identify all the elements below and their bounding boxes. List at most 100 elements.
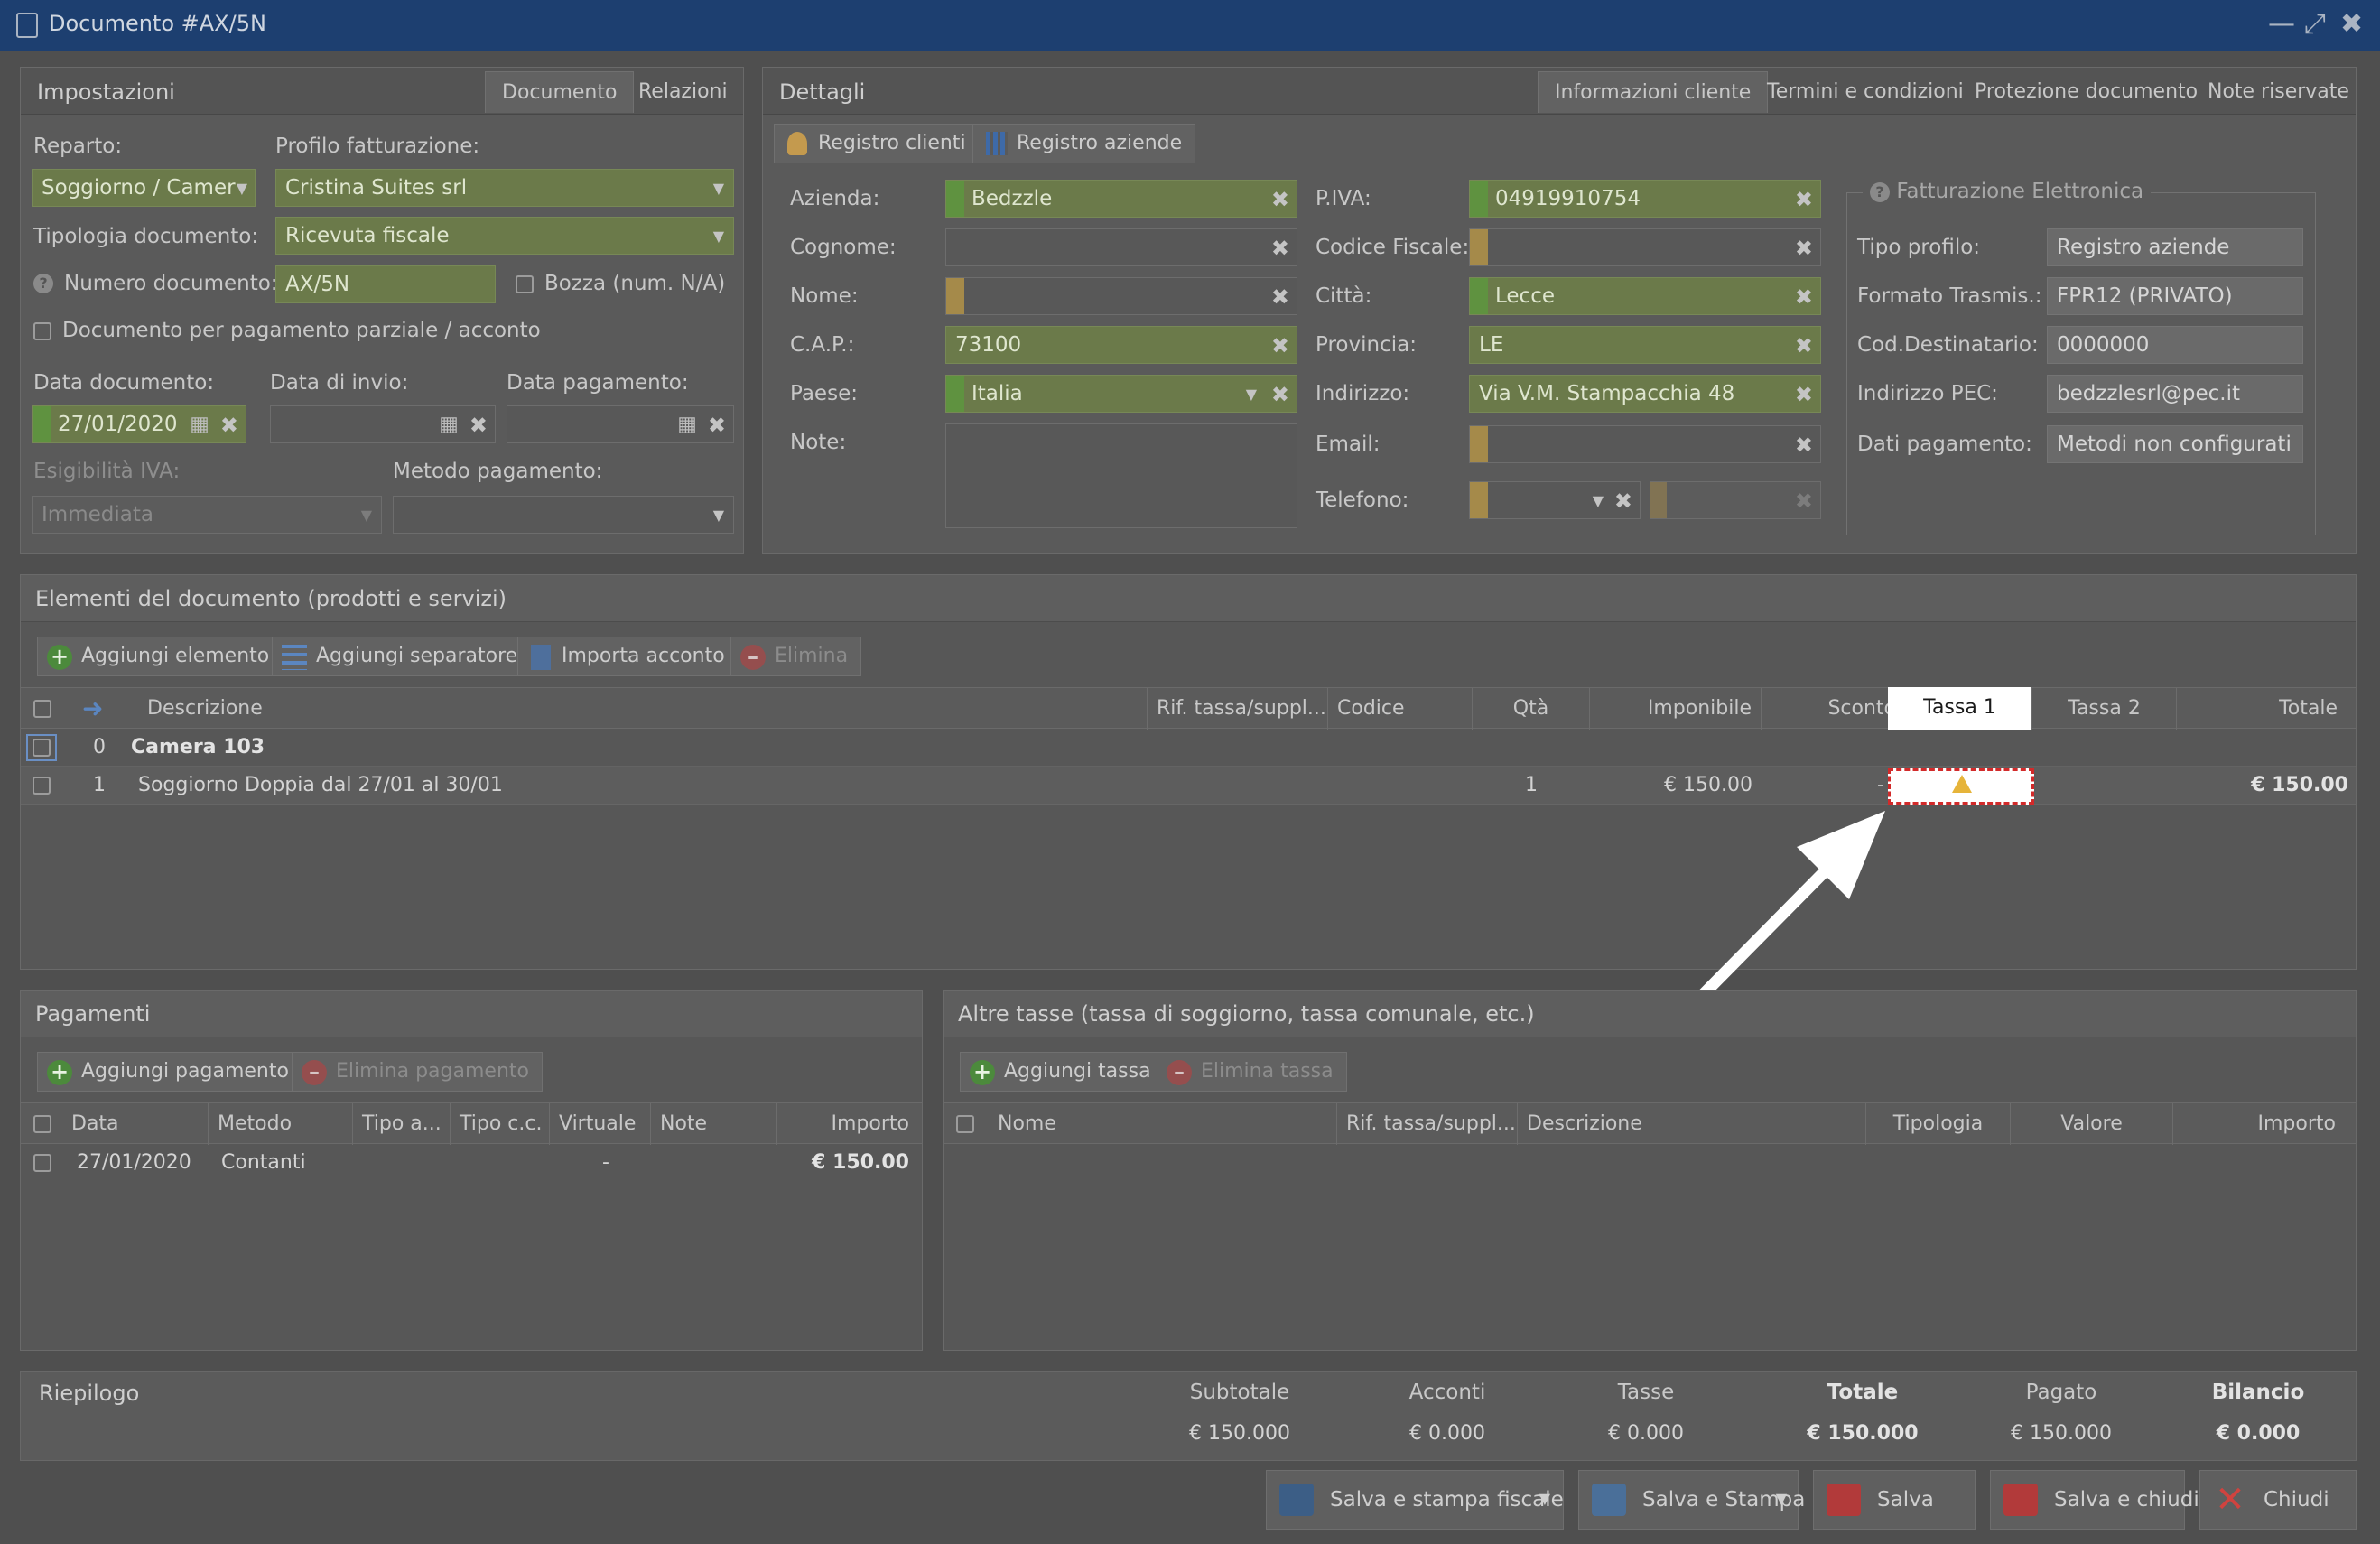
tab-protezione[interactable]: Protezione documento <box>1958 71 2214 113</box>
col-imponibile[interactable]: Imponibile <box>1590 688 1762 730</box>
col-tipologia[interactable]: Tipologia <box>1866 1103 2011 1145</box>
arrow-right-icon[interactable]: ➜ <box>82 693 103 723</box>
data-doc-input[interactable]: 27/01/2020 ▦ ✖ <box>32 405 246 443</box>
close-button[interactable]: ✕ Chiudi <box>2199 1470 2357 1530</box>
col-tipo-cc[interactable]: Tipo c.c. <box>451 1103 550 1145</box>
metodo-select[interactable]: ▼ <box>393 496 734 534</box>
col-data[interactable]: Data <box>62 1103 209 1145</box>
citta-input[interactable]: Lecce ✖ <box>1469 277 1821 315</box>
save-close-button[interactable]: Salva e chiudi <box>1990 1470 2199 1530</box>
col-importo[interactable]: Importo <box>2173 1103 2356 1145</box>
clear-icon[interactable]: ✖ <box>1795 482 1813 518</box>
parziale-checkbox[interactable] <box>33 322 51 340</box>
chevron-down-icon[interactable]: ▼ <box>1776 1480 1787 1518</box>
col-note[interactable]: Note <box>651 1103 777 1145</box>
calendar-icon[interactable]: ▦ <box>439 406 459 442</box>
col-sconto[interactable]: Sconto <box>1762 688 1906 730</box>
tab-note-riservate[interactable]: Note riservate <box>2191 71 2366 113</box>
clear-icon[interactable]: ✖ <box>1795 327 1813 363</box>
clear-icon[interactable]: ✖ <box>708 406 726 442</box>
chevron-down-icon[interactable]: ▼ <box>1539 1480 1550 1518</box>
col-totale[interactable]: Totale <box>2177 688 2356 730</box>
col-metodo[interactable]: Metodo <box>209 1103 353 1145</box>
calendar-icon[interactable]: ▦ <box>190 406 209 442</box>
cap-input[interactable]: 73100 ✖ <box>945 326 1297 364</box>
clear-icon[interactable]: ✖ <box>1795 181 1813 217</box>
col-nome[interactable]: Nome <box>989 1103 1337 1145</box>
col-descrizione[interactable]: Descrizione <box>1518 1103 1866 1145</box>
clear-icon[interactable]: ✖ <box>1271 278 1289 314</box>
registro-aziende-button[interactable]: Registro aziende <box>972 124 1196 163</box>
col-tassa-2[interactable]: Tassa 2 <box>2032 688 2177 730</box>
tab-documento[interactable]: Documento <box>485 71 635 113</box>
profilo-select[interactable]: Cristina Suites srl ▼ <box>275 169 734 207</box>
data-invio-input[interactable]: ▦ ✖ <box>270 405 496 443</box>
calendar-icon[interactable]: ▦ <box>677 406 697 442</box>
col-rif-tassa[interactable]: Rif. tassa/suppl... <box>1337 1103 1518 1145</box>
telefono-input[interactable]: ✖ <box>1650 481 1821 519</box>
help-icon[interactable]: ? <box>33 274 53 293</box>
nome-input[interactable]: ✖ <box>945 277 1297 315</box>
indirizzo-input[interactable]: Via V.M. Stampacchia 48 ✖ <box>1469 375 1821 413</box>
clear-icon[interactable]: ✖ <box>1271 376 1289 412</box>
tab-relazioni[interactable]: Relazioni <box>622 71 744 113</box>
tab-informazioni-cliente[interactable]: Informazioni cliente <box>1538 71 1769 113</box>
email-input[interactable]: ✖ <box>1469 425 1821 463</box>
bozza-checkbox[interactable] <box>516 275 534 293</box>
col-importo[interactable]: Importo <box>777 1103 922 1145</box>
select-all-checkbox[interactable] <box>956 1115 974 1133</box>
save-print-button[interactable]: Salva e Stampa ▼ <box>1578 1470 1805 1530</box>
clear-icon[interactable]: ✖ <box>1271 327 1289 363</box>
select-all-checkbox[interactable] <box>33 700 51 718</box>
clear-icon[interactable]: ✖ <box>1795 376 1813 412</box>
col-qta[interactable]: Qtà <box>1473 688 1590 730</box>
col-valore[interactable]: Valore <box>2011 1103 2173 1145</box>
clear-icon[interactable]: ✖ <box>1614 482 1632 518</box>
clear-icon[interactable]: ✖ <box>1271 181 1289 217</box>
tab-termini[interactable]: Termini e condizioni <box>1751 71 1980 113</box>
maximize-icon[interactable]: ⤢ <box>2304 9 2326 40</box>
close-icon[interactable]: ✖ <box>2340 9 2363 40</box>
clear-icon[interactable]: ✖ <box>1795 278 1813 314</box>
cognome-input[interactable]: ✖ <box>945 228 1297 266</box>
add-separator-button[interactable]: Aggiungi separatore <box>272 637 532 676</box>
cf-input[interactable]: ✖ <box>1469 228 1821 266</box>
numero-input[interactable]: AX/5N <box>275 265 496 303</box>
table-row[interactable]: 1 Soggiorno Doppia dal 27/01 al 30/01 1 … <box>21 767 2356 805</box>
piva-input[interactable]: 04919910754 ✖ <box>1469 180 1821 218</box>
save-print-fiscal-button[interactable]: Salva e stampa fiscale ▼ <box>1266 1470 1564 1530</box>
clear-icon[interactable]: ✖ <box>1271 229 1289 265</box>
paese-select[interactable]: Italia ▼ ✖ <box>945 375 1297 413</box>
provincia-input[interactable]: LE ✖ <box>1469 326 1821 364</box>
col-codice[interactable]: Codice <box>1328 688 1473 730</box>
registro-clienti-button[interactable]: Registro clienti <box>774 124 980 163</box>
clear-icon[interactable]: ✖ <box>1795 426 1813 462</box>
tassa-1-cell[interactable] <box>1888 768 2034 805</box>
row-checkbox[interactable] <box>33 1154 51 1172</box>
row-checkbox[interactable] <box>33 739 51 757</box>
telefono-prefix-select[interactable]: ▼ ✖ <box>1469 481 1641 519</box>
clear-icon[interactable]: ✖ <box>469 406 488 442</box>
reparto-select[interactable]: Soggiorno / Camer ▼ <box>32 169 256 207</box>
note-textarea[interactable] <box>945 423 1297 528</box>
clear-icon[interactable]: ✖ <box>220 406 238 442</box>
col-tassa-1[interactable]: Tassa 1 <box>1888 687 2032 730</box>
col-virtuale[interactable]: Virtuale <box>550 1103 651 1145</box>
clear-icon[interactable]: ✖ <box>1795 229 1813 265</box>
minimize-icon[interactable]: — <box>2268 9 2295 40</box>
data-pag-input[interactable]: ▦ ✖ <box>507 405 734 443</box>
add-tax-button[interactable]: + Aggiungi tassa <box>960 1052 1165 1092</box>
table-row[interactable]: 27/01/2020 Contanti - € 150.00 <box>21 1144 922 1182</box>
col-tipo-a[interactable]: Tipo a... <box>353 1103 451 1145</box>
table-row[interactable]: 0 Camera 103 <box>21 729 2356 767</box>
select-all-checkbox[interactable] <box>33 1115 51 1133</box>
add-payment-button[interactable]: + Aggiungi pagamento <box>37 1052 302 1092</box>
row-checkbox[interactable] <box>33 777 51 795</box>
col-descrizione[interactable]: Descrizione <box>138 688 1148 730</box>
col-rif-tassa[interactable]: Rif. tassa/suppl... <box>1148 688 1328 730</box>
import-advance-button[interactable]: Importa acconto <box>517 637 739 676</box>
tipologia-select[interactable]: Ricevuta fiscale ▼ <box>275 217 734 255</box>
save-button[interactable]: Salva <box>1813 1470 1976 1530</box>
add-item-button[interactable]: + Aggiungi elemento <box>37 637 284 676</box>
azienda-input[interactable]: Bedzzle ✖ <box>945 180 1297 218</box>
